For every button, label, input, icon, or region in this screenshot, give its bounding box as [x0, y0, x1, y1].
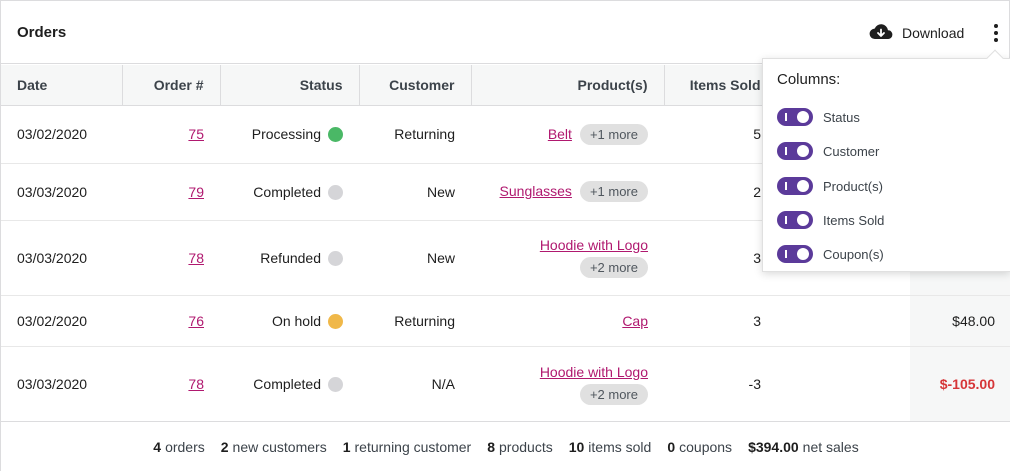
- customer-cell: New: [359, 220, 471, 296]
- toggle-coupons[interactable]: Coupon(s): [777, 245, 884, 263]
- column-header-customer[interactable]: Customer: [359, 65, 472, 106]
- summary-bar: 4 orders 2 new customers 1 returning custom…: [1, 421, 1010, 471]
- status-cell: Completed: [220, 346, 359, 423]
- date-cell: 03/02/2020: [1, 105, 122, 164]
- summary-new-customers[interactable]: 2 new customers: [221, 439, 327, 455]
- status-cell: Completed: [220, 163, 359, 221]
- status-dot-icon: [328, 313, 343, 329]
- status-label: Completed: [253, 376, 321, 392]
- status-dot-icon: [328, 250, 343, 266]
- items-sold-cell: 5: [664, 105, 777, 164]
- toggle-switch[interactable]: [777, 108, 813, 126]
- cloud-download-icon: [869, 23, 893, 44]
- order-cell: 79: [122, 163, 220, 221]
- popover-title: Columns:: [777, 71, 841, 88]
- status-cell: Processing: [220, 105, 359, 164]
- toggle-status[interactable]: Status: [777, 108, 860, 126]
- order-link[interactable]: 75: [188, 126, 204, 142]
- column-header-items-sold[interactable]: Items Sold: [664, 65, 778, 106]
- toggle-items-sold[interactable]: Items Sold: [777, 211, 884, 229]
- status-cell: Refunded: [220, 220, 359, 296]
- summary-orders[interactable]: 4 orders: [153, 439, 204, 455]
- toggle-label: Items Sold: [823, 212, 885, 228]
- status-dot-icon: [328, 377, 343, 392]
- customer-cell: New: [359, 163, 471, 221]
- card-header: Orders Download: [1, 1, 1010, 64]
- products-cell: Sunglasses +1 more: [471, 163, 664, 221]
- order-link[interactable]: 79: [188, 184, 204, 200]
- summary-items-sold[interactable]: 10 items sold: [569, 439, 652, 455]
- download-button[interactable]: Download: [869, 22, 964, 44]
- items-sold-cell: 3: [664, 295, 777, 347]
- order-cell: 75: [122, 105, 220, 164]
- summary-net-sales[interactable]: $394.00 net sales: [748, 439, 859, 455]
- table-row: 03/03/2020 78 Completed N/A Hoodie with …: [1, 346, 1010, 423]
- toggle-label: Customer: [823, 143, 880, 159]
- toggle-products[interactable]: Product(s): [777, 177, 883, 195]
- column-header-status[interactable]: Status: [220, 65, 360, 106]
- order-link[interactable]: 76: [188, 313, 204, 329]
- customer-cell: Returning: [359, 105, 471, 164]
- products-cell: Hoodie with Logo +2 more: [471, 346, 664, 423]
- blank-cell: [777, 346, 910, 423]
- download-label: Download: [902, 25, 965, 41]
- order-cell: 78: [122, 346, 220, 423]
- order-link[interactable]: 78: [188, 376, 204, 392]
- more-products-button[interactable]: +1 more: [579, 181, 648, 202]
- status-dot-icon: [328, 184, 343, 200]
- product-link[interactable]: Hoodie with Logo: [540, 237, 648, 253]
- toggle-switch[interactable]: [777, 177, 813, 195]
- summary-coupons[interactable]: 0 coupons: [667, 439, 732, 455]
- toggle-switch[interactable]: [777, 245, 813, 263]
- status-cell: On hold: [220, 295, 359, 347]
- date-cell: 03/02/2020: [1, 295, 122, 347]
- more-products-button[interactable]: +2 more: [579, 383, 648, 405]
- more-products-button[interactable]: +1 more: [579, 123, 648, 145]
- column-header-products[interactable]: Product(s): [471, 65, 665, 106]
- status-label: Refunded: [260, 249, 321, 266]
- card-title: Orders: [17, 24, 67, 41]
- net-sales-cell: $48.00: [910, 295, 1010, 347]
- table-row: 03/02/2020 76 On hold Returning Cap 3 $4…: [1, 295, 1010, 347]
- date-cell: 03/03/2020: [1, 220, 122, 296]
- order-cell: 78: [122, 220, 220, 296]
- products-cell: Cap: [471, 295, 664, 347]
- status-dot-icon: [328, 127, 343, 142]
- more-products-button[interactable]: +2 more: [579, 257, 648, 278]
- blank-cell: [777, 295, 910, 347]
- net-sales-cell: $-105.00: [910, 346, 1010, 423]
- toggle-label: Status: [823, 109, 860, 125]
- order-cell: 76: [122, 295, 220, 347]
- product-link[interactable]: Belt: [548, 126, 572, 142]
- status-label: Completed: [253, 183, 321, 200]
- toggle-label: Product(s): [823, 178, 883, 194]
- column-header-date[interactable]: Date: [1, 65, 123, 106]
- summary-products[interactable]: 8 products: [487, 439, 553, 455]
- toggle-switch[interactable]: [777, 142, 813, 160]
- column-header-order[interactable]: Order #: [122, 65, 221, 106]
- product-link[interactable]: Sunglasses: [500, 183, 572, 199]
- date-cell: 03/03/2020: [1, 346, 122, 423]
- date-cell: 03/03/2020: [1, 163, 122, 221]
- status-label: On hold: [271, 312, 321, 329]
- toggle-label: Coupon(s): [823, 246, 884, 262]
- vertical-ellipsis-icon[interactable]: [986, 22, 1006, 44]
- items-sold-cell: 3: [664, 220, 777, 296]
- product-link[interactable]: Hoodie with Logo: [540, 364, 648, 380]
- order-link[interactable]: 78: [188, 250, 204, 266]
- columns-popover: Columns: Status Customer Product(s) Item…: [762, 49, 1010, 272]
- customer-cell: N/A: [359, 346, 471, 423]
- toggle-switch[interactable]: [777, 211, 813, 229]
- product-link[interactable]: Cap: [622, 313, 648, 329]
- summary-returning-customer[interactable]: 1 returning customer: [343, 439, 472, 455]
- items-sold-cell: -3: [664, 346, 777, 423]
- items-sold-cell: 2: [664, 163, 777, 221]
- products-cell: Hoodie with Logo +2 more: [471, 220, 664, 296]
- customer-cell: Returning: [359, 295, 471, 347]
- products-cell: Belt +1 more: [471, 105, 664, 164]
- status-label: Processing: [251, 126, 321, 142]
- toggle-customer[interactable]: Customer: [777, 142, 879, 160]
